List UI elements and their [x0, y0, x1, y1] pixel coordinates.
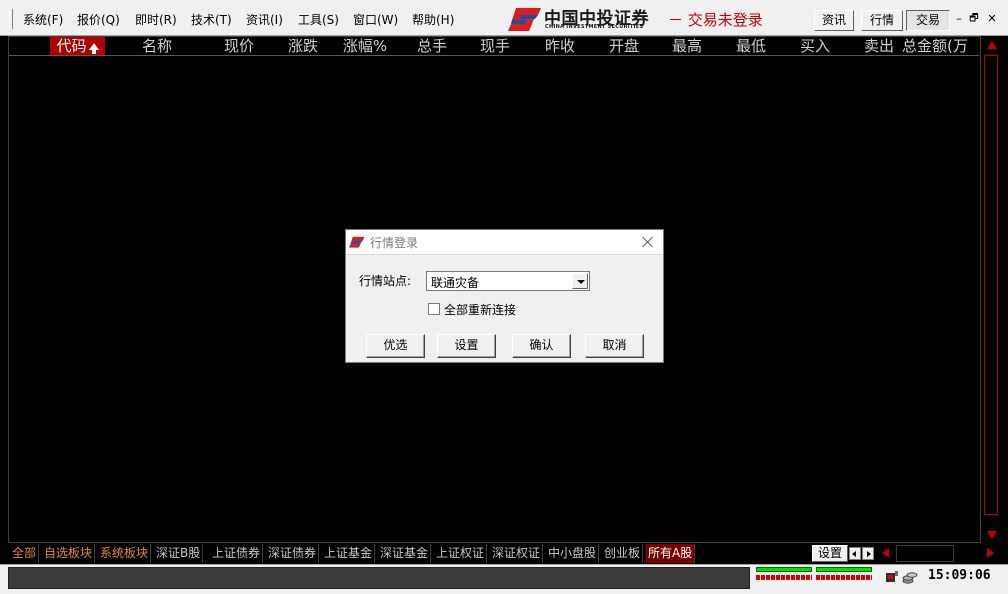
- tab-custom-sectors[interactable]: 自选板块: [42, 544, 96, 563]
- menu-realtime[interactable]: 即时(R): [131, 0, 181, 36]
- hscroll-right-icon[interactable]: [987, 548, 994, 558]
- trade-login-status: － 交易未登录: [668, 11, 763, 29]
- dialog-titlebar[interactable]: 行情登录: [346, 230, 663, 255]
- column-header-high[interactable]: 最高: [665, 37, 709, 55]
- clock: 15:09:06: [928, 568, 991, 583]
- dialog-brand-icon: [349, 236, 365, 248]
- tab-sz-bonds[interactable]: 深证债券: [266, 544, 320, 563]
- tab-system-sectors[interactable]: 系统板块: [98, 544, 152, 563]
- reconnect-all-label[interactable]: 全部重新连接: [444, 301, 516, 318]
- tab-chinext[interactable]: 创业板: [602, 544, 644, 563]
- tab-sz-b-shares[interactable]: 深证B股: [154, 544, 204, 563]
- tab-sme-board[interactable]: 中小盘股: [546, 544, 600, 563]
- menu-tools[interactable]: 工具(S): [294, 0, 343, 36]
- menu-system[interactable]: 系统(F): [19, 0, 67, 36]
- app-window: 系统(F) 报价(Q) 即时(R) 技术(T) 资讯(I) 工具(S) 窗口(W…: [0, 0, 1008, 594]
- quote-login-dialog: 行情登录 行情站点: 联通灾备 全部重新连接 优选 设置 确认 取消: [345, 229, 664, 363]
- tab-sh-bonds[interactable]: 上证债券: [210, 544, 264, 563]
- tab-scroll-right-icon[interactable]: [862, 547, 874, 560]
- station-select[interactable]: 联通灾备: [426, 271, 590, 291]
- scroll-up-icon[interactable]: [987, 41, 997, 49]
- tab-sh-funds[interactable]: 上证基金: [322, 544, 376, 563]
- column-header-prev-close[interactable]: 昨收: [538, 37, 582, 55]
- tab-all[interactable]: 全部: [10, 544, 40, 563]
- brand-logo: 中国中投证券 CHINA INVESTMENT SECURITIES: [508, 4, 658, 32]
- menubar: 系统(F) 报价(Q) 即时(R) 技术(T) 资讯(I) 工具(S) 窗口(W…: [0, 0, 1008, 36]
- column-header-bid[interactable]: 买入: [793, 37, 837, 55]
- coins-icon[interactable]: [902, 570, 918, 584]
- dialog-close-icon[interactable]: [640, 234, 656, 250]
- info-button[interactable]: 资讯: [814, 10, 854, 31]
- trade-button[interactable]: 交易: [906, 10, 950, 31]
- column-header-pct[interactable]: 涨幅%: [340, 37, 390, 55]
- minimize-icon[interactable]: –: [952, 10, 966, 28]
- menu-help[interactable]: 帮助(H): [408, 0, 458, 36]
- menu-window[interactable]: 窗口(W): [349, 0, 402, 36]
- tab-scroll-left-icon[interactable]: [849, 547, 861, 560]
- column-header-amount[interactable]: 总金额(万: [902, 37, 979, 55]
- vertical-scroll-thumb[interactable]: [984, 55, 998, 515]
- settings-button[interactable]: 设置: [437, 334, 496, 358]
- brand-name-en: CHINA INVESTMENT SECURITIES: [545, 24, 644, 30]
- toolbar-grip[interactable]: [9, 9, 13, 29]
- confirm-button[interactable]: 确认: [512, 334, 571, 358]
- column-header-code[interactable]: 代码: [50, 37, 105, 55]
- column-header-cur-vol[interactable]: 现手: [473, 37, 517, 55]
- column-header-total-vol[interactable]: 总手: [410, 37, 454, 55]
- menu-technical[interactable]: 技术(T): [187, 0, 236, 36]
- tab-sz-warrants[interactable]: 深证权证: [490, 544, 544, 563]
- status-message-field: [8, 567, 750, 589]
- column-header-open[interactable]: 开盘: [602, 37, 646, 55]
- tab-sh-warrants[interactable]: 上证权证: [434, 544, 488, 563]
- connection-meter-2: [816, 567, 872, 581]
- column-header-ask[interactable]: 卖出: [857, 37, 901, 55]
- connection-meter-1: [756, 567, 812, 581]
- cancel-button[interactable]: 取消: [585, 334, 644, 358]
- preferred-button[interactable]: 优选: [366, 334, 425, 358]
- column-header-low[interactable]: 最低: [729, 37, 773, 55]
- column-header-name[interactable]: 名称: [135, 37, 179, 55]
- bottom-settings-button[interactable]: 设置: [812, 545, 848, 562]
- column-header-change[interactable]: 涨跌: [281, 37, 325, 55]
- reconnect-all-checkbox[interactable]: [428, 303, 440, 315]
- quotes-button[interactable]: 行情: [861, 10, 903, 31]
- menu-quote[interactable]: 报价(Q): [73, 0, 124, 36]
- column-header-price[interactable]: 现价: [217, 37, 261, 55]
- horizontal-scrollbar[interactable]: [896, 545, 954, 562]
- station-label: 行情站点:: [359, 274, 412, 288]
- close-icon[interactable]: ✕: [985, 10, 999, 28]
- network-icon[interactable]: [885, 570, 899, 584]
- tab-sz-funds[interactable]: 深证基金: [378, 544, 432, 563]
- tab-all-a-shares[interactable]: 所有A股: [646, 544, 696, 563]
- station-value: 联通灾备: [431, 276, 480, 290]
- scroll-down-icon[interactable]: [987, 531, 997, 539]
- hscroll-left-icon[interactable]: [882, 548, 889, 558]
- menu-info[interactable]: 资讯(I): [242, 0, 287, 36]
- grid-header-row: 代码 名称 现价 涨跌 涨幅% 总手 现手 昨收 开盘 最高 最低 买入 卖出 …: [9, 37, 979, 56]
- sort-ascending-icon: [88, 43, 99, 54]
- restore-icon[interactable]: 🗗: [967, 10, 981, 28]
- brand-mark-icon: [508, 8, 541, 31]
- dropdown-arrow-icon[interactable]: [572, 273, 588, 289]
- dialog-title: 行情登录: [370, 236, 419, 250]
